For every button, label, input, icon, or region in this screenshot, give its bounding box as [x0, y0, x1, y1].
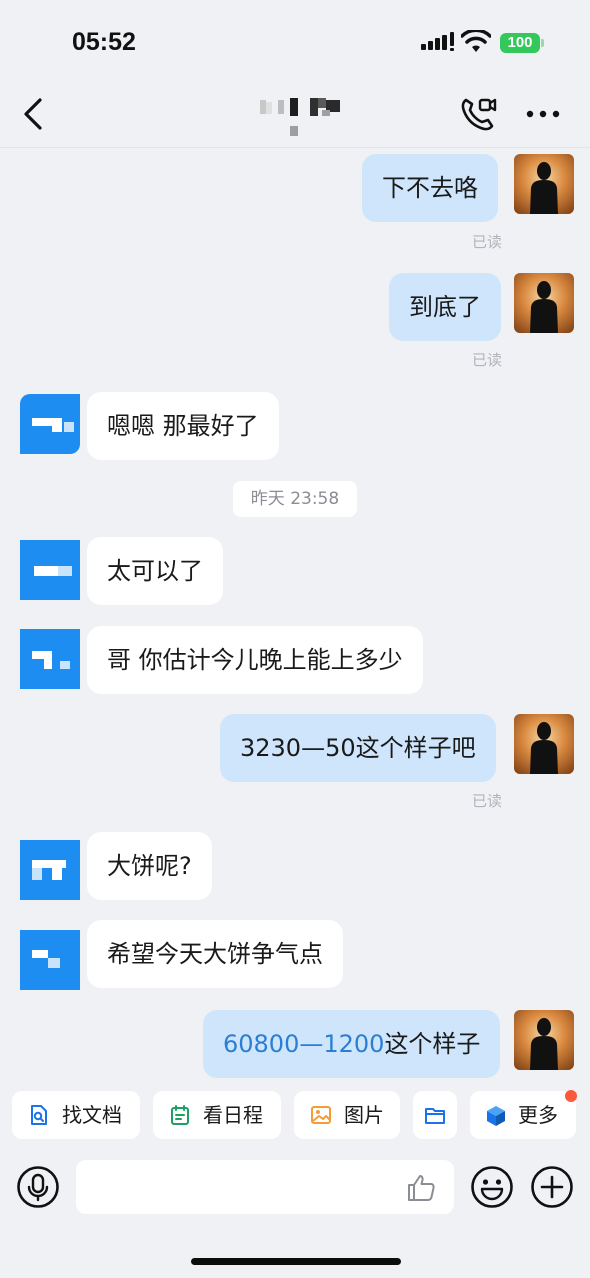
cellular-signal-icon [421, 32, 454, 51]
chevron-left-icon[interactable] [20, 94, 50, 134]
message-bubble-outgoing[interactable]: 到底了 [389, 273, 501, 341]
avatar[interactable] [514, 714, 574, 774]
avatar[interactable] [20, 930, 80, 990]
avatar[interactable] [20, 840, 80, 900]
avatar[interactable] [20, 394, 80, 454]
highlighted-number[interactable]: 60800—1200 [223, 1030, 384, 1058]
user-silhouette-icon [530, 162, 558, 214]
wifi-icon [461, 30, 491, 52]
chip-label: 图片 [344, 1103, 384, 1127]
phone-video-icon[interactable] [458, 94, 498, 134]
home-indicator [191, 1258, 401, 1265]
message-bubble-incoming[interactable]: 哥 你估计今儿晚上能上多少 [87, 626, 423, 694]
message-bubble-incoming[interactable]: 太可以了 [87, 537, 223, 605]
message-bubble-outgoing[interactable]: 下不去咯 [362, 154, 498, 222]
avatar[interactable] [20, 540, 80, 600]
message-bubble-outgoing[interactable]: 3230—50这个样子吧 [220, 714, 496, 782]
user-silhouette-icon [530, 722, 558, 774]
avatar[interactable] [20, 629, 80, 689]
message-bubble-incoming[interactable]: 希望今天大饼争气点 [87, 920, 343, 988]
user-silhouette-icon [530, 281, 558, 333]
avatar[interactable] [514, 273, 574, 333]
message-input[interactable] [76, 1160, 454, 1214]
notification-dot [565, 1090, 577, 1102]
ellipsis-icon[interactable] [524, 102, 564, 126]
timestamp-divider: 昨天 23:58 [233, 481, 357, 517]
image-icon [311, 1106, 331, 1124]
user-silhouette-icon [530, 1018, 558, 1070]
battery-nub [541, 39, 544, 47]
plus-icon[interactable] [530, 1165, 574, 1209]
message-bubble-outgoing[interactable]: 60800—1200这个样子 [203, 1010, 501, 1078]
message-bubble-incoming[interactable]: 嗯嗯 那最好了 [87, 392, 279, 460]
doc-search-icon [31, 1105, 47, 1125]
chip-label: 更多 [518, 1103, 558, 1127]
contact-name-pixelated [260, 98, 340, 136]
microphone-icon[interactable] [16, 1165, 60, 1209]
battery-indicator: 100 [500, 33, 540, 53]
emoji-icon[interactable] [470, 1165, 514, 1209]
quick-action-image[interactable]: 图片 [294, 1091, 400, 1139]
avatar[interactable] [514, 1010, 574, 1070]
calendar-icon [171, 1105, 189, 1125]
chat-header [0, 80, 590, 148]
status-time: 05:52 [72, 28, 136, 56]
chip-label: 看日程 [203, 1103, 263, 1127]
quick-action-folder[interactable] [413, 1091, 457, 1139]
status-bar: 05:52 100 [0, 0, 590, 80]
thumbs-up-icon[interactable] [405, 1172, 437, 1204]
read-receipt: 已读 [471, 351, 502, 369]
read-receipt: 已读 [471, 233, 502, 251]
quick-action-more[interactable]: 更多 [470, 1091, 576, 1139]
quick-action-find-docs[interactable]: 找文档 [12, 1091, 140, 1139]
avatar[interactable] [514, 154, 574, 214]
message-text: 这个样子 [384, 1030, 481, 1058]
folder-icon [425, 1108, 445, 1124]
read-receipt: 已读 [471, 792, 502, 810]
chip-label: 找文档 [62, 1103, 122, 1127]
quick-action-schedule[interactable]: 看日程 [153, 1091, 281, 1139]
cube-icon [487, 1106, 505, 1126]
message-bubble-incoming[interactable]: 大饼呢? [87, 832, 212, 900]
